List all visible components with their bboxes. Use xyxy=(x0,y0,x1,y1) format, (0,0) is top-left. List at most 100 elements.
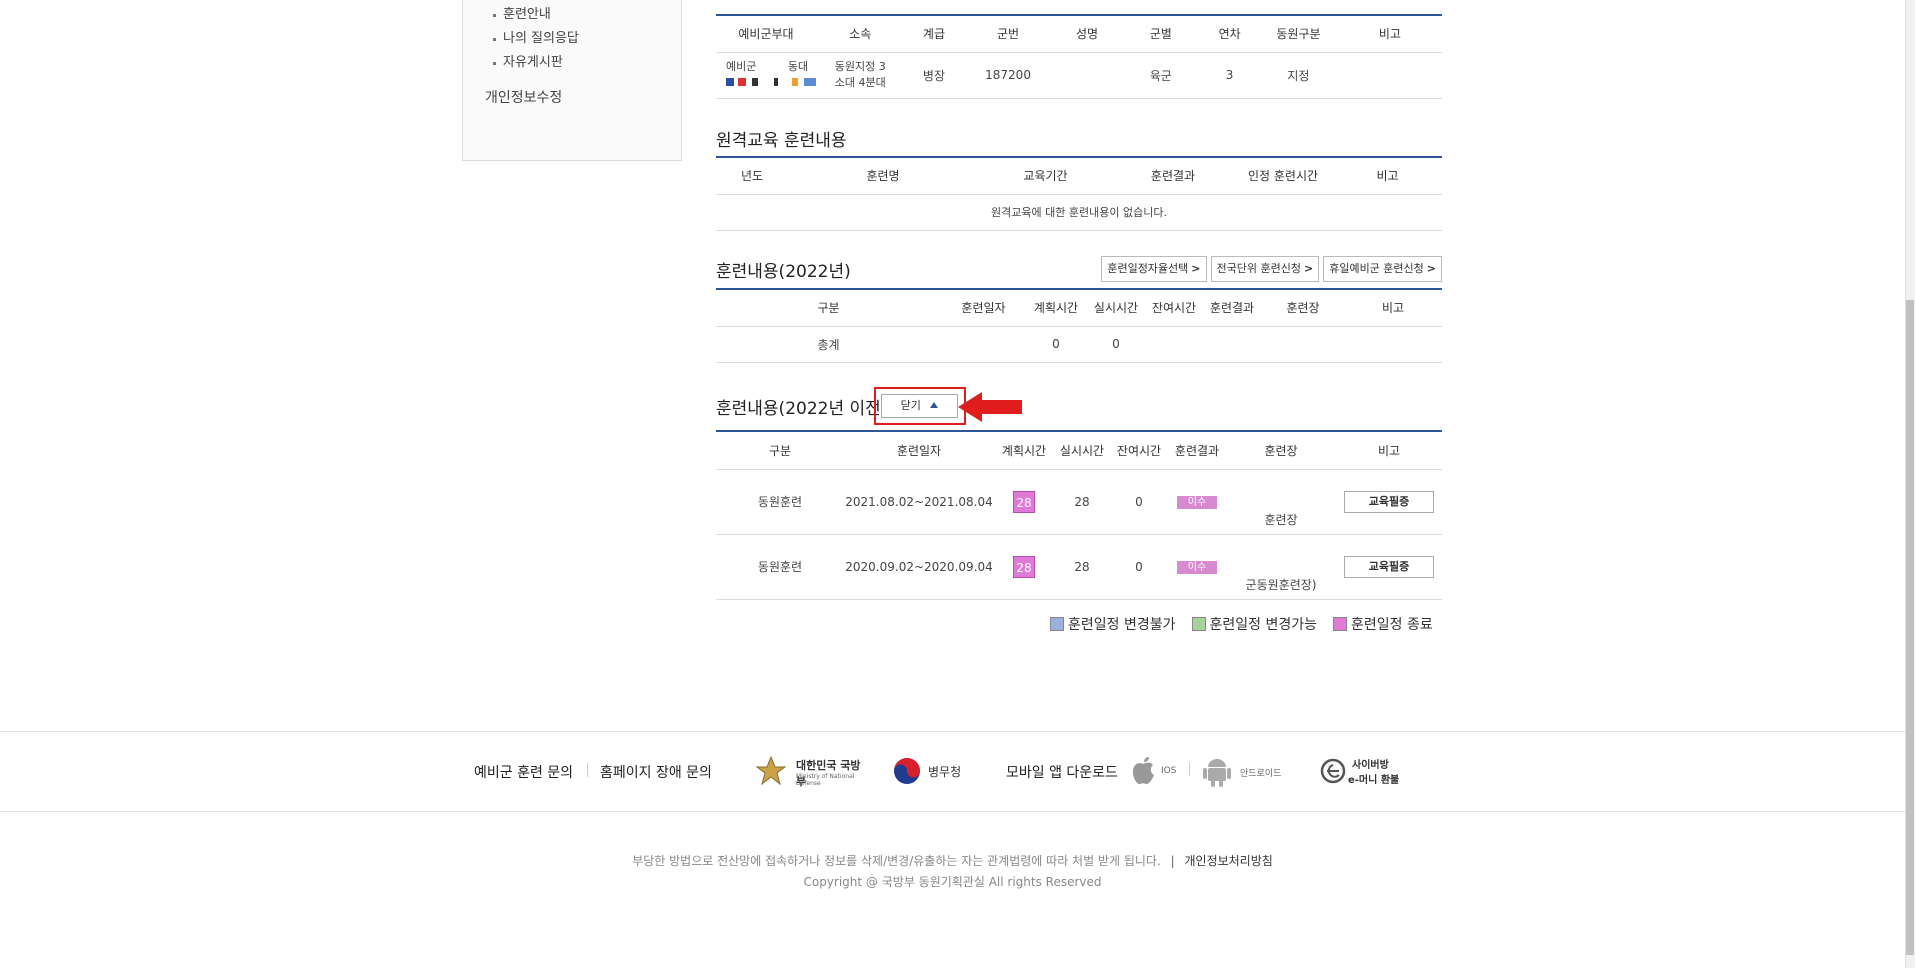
divider xyxy=(587,763,588,777)
footer-legal: 부당한 방법으로 전산망에 접속하거나 정보를 삭제/변경/유출하는 자는 관계… xyxy=(0,852,1905,890)
type-cell: 동원훈련 xyxy=(716,534,844,600)
sidebar-item-training-guide[interactable]: 훈련안내 xyxy=(491,6,681,30)
training-prev-table: 구분 훈련일자 계획시간 실시시간 잔여시간 훈련결과 훈련장 비고 동원훈련 … xyxy=(716,430,1442,600)
col-header: 계급 xyxy=(904,15,964,53)
footer-link-reserve-inquiry[interactable]: 예비군 훈련 문의 xyxy=(474,762,573,782)
footer-link-site-issue[interactable]: 홈페이지 장애 문의 xyxy=(600,762,712,782)
vertical-scrollbar[interactable] xyxy=(1905,0,1915,968)
mob-type-cell: 지정 xyxy=(1259,52,1338,99)
col-header: 예비군부대 xyxy=(716,15,816,53)
col-header: 년도 xyxy=(716,157,788,195)
col-header: 훈련결과 xyxy=(1202,289,1262,327)
col-header: 소속 xyxy=(816,15,905,53)
redacted-mark xyxy=(726,78,816,86)
col-header: 훈련결과 xyxy=(1113,157,1233,195)
col-header: 구분 xyxy=(716,431,844,470)
action-cell: 교육필증 xyxy=(1336,534,1442,600)
col-header: 잔여시간 xyxy=(1146,289,1202,327)
action-cell: 교육필증 xyxy=(1336,469,1442,535)
chevron-right-icon: > xyxy=(1191,262,1201,275)
col-header: 계획시간 xyxy=(994,431,1054,470)
scrollbar-thumb[interactable] xyxy=(1906,300,1914,955)
mnd-logo[interactable]: 대한민국 국방부 Ministry of National Defense xyxy=(754,754,869,788)
cyber-refund-link[interactable]: 사이버방 e-머니 환불 xyxy=(1320,754,1410,788)
self-schedule-button[interactable]: 훈련일정자율선택 > xyxy=(1101,256,1207,282)
col-header: 훈련일자 xyxy=(844,431,994,470)
col-header: 훈련명 xyxy=(788,157,978,195)
total-planned: 0 xyxy=(1026,326,1086,363)
chevron-right-icon: > xyxy=(1426,262,1436,275)
e-money-icon xyxy=(1320,758,1346,784)
triangle-up-icon xyxy=(930,402,939,408)
place-cell: 군동원훈련장) xyxy=(1226,534,1336,600)
col-header: 훈련장 xyxy=(1262,289,1344,327)
col-header: 계획시간 xyxy=(1026,289,1086,327)
actual-cell: 28 xyxy=(1054,469,1110,535)
col-header: 성명 xyxy=(1052,15,1122,53)
dates-cell: 2021.08.02~2021.08.04 xyxy=(844,469,994,535)
col-header: 구분 xyxy=(716,289,941,327)
remote-table: 년도 훈련명 교육기간 훈련결과 인정 훈련시간 비고 원격교육에 대한 훈련내… xyxy=(716,156,1442,231)
table-row: 원격교육에 대한 훈련내용이 없습니다. xyxy=(716,194,1442,231)
training-2022-table: 구분 훈련일자 계획시간 실시시간 잔여시간 훈련결과 훈련장 비고 총계 0 … xyxy=(716,288,1442,363)
remain-cell: 0 xyxy=(1110,469,1168,535)
col-header: 비고 xyxy=(1336,431,1442,470)
col-header: 군별 xyxy=(1121,15,1201,53)
chevron-right-icon: > xyxy=(1303,262,1314,275)
holiday-apply-button[interactable]: 휴일예비군 훈련신청 > xyxy=(1323,256,1442,282)
total-actual: 0 xyxy=(1086,326,1146,363)
close-toggle-button[interactable]: 닫기 xyxy=(881,394,958,418)
certificate-button[interactable]: 교육필증 xyxy=(1344,555,1434,578)
rank-cell: 병장 xyxy=(904,52,964,99)
sidebar-item-my-qna[interactable]: 나의 질의응답 xyxy=(491,30,681,54)
unit-info-table: 예비군부대 소속 계급 군번 성명 군별 연차 동원구분 비고 예비군 동대 동… xyxy=(716,14,1442,99)
remote-section-title: 원격교육 훈련내용 xyxy=(716,131,847,151)
col-header: 교육기간 xyxy=(978,157,1113,195)
mma-logo[interactable]: 병무청 xyxy=(893,756,973,788)
type-cell: 동원훈련 xyxy=(716,469,844,535)
training-2022-title: 훈련내용(2022년) xyxy=(716,262,851,282)
remain-cell: 0 xyxy=(1110,534,1168,600)
col-header: 연차 xyxy=(1200,15,1260,53)
table-row: 예비군 동대 동원지정 3 소대 4분대 병장 187200 육군 3 지정 xyxy=(716,52,1442,99)
affil-cell: 동원지정 3 소대 4분대 xyxy=(816,52,905,99)
note-cell xyxy=(1337,52,1442,99)
branch-cell: 육군 xyxy=(1121,52,1201,99)
swatch xyxy=(1050,617,1064,631)
planned-cell: 28 xyxy=(994,534,1054,600)
red-arrow-icon xyxy=(958,392,1022,422)
col-header: 훈련일자 xyxy=(941,289,1026,327)
legal-notice: 부당한 방법으로 전산망에 접속하거나 정보를 삭제/변경/유출하는 자는 관계… xyxy=(632,854,1161,868)
col-header: 훈련장 xyxy=(1226,431,1336,470)
col-header: 실시시간 xyxy=(1054,431,1110,470)
legend-item: 훈련일정 종료 xyxy=(1333,614,1433,634)
planned-badge: 28 xyxy=(1013,555,1035,578)
sidebar-item-privacy-edit[interactable]: 개인정보수정 xyxy=(485,87,562,107)
android-download[interactable]: 안드로이드 xyxy=(1203,755,1288,787)
result-cell: 이수 xyxy=(1168,469,1226,535)
name-cell xyxy=(1052,52,1122,99)
total-label: 총계 xyxy=(716,326,941,363)
col-header: 비고 xyxy=(1344,289,1442,327)
apple-icon xyxy=(1132,757,1154,785)
privacy-policy-link[interactable]: 개인정보처리방침 xyxy=(1184,854,1272,868)
place-cell: 훈련장 xyxy=(1226,469,1336,535)
sidebar-item-free-board[interactable]: 자유게시판 xyxy=(491,54,681,78)
training-prev-title: 훈련내용(2022년 이전) xyxy=(716,399,888,419)
copyright: Copyright @ 국방부 동원기획관실 All rights Reserv… xyxy=(803,875,1102,889)
mnd-emblem-icon xyxy=(755,755,787,786)
nationwide-apply-button[interactable]: 전국단위 훈련신청 > xyxy=(1210,256,1320,282)
table-row: 동원훈련 2020.09.02~2020.09.04 28 28 0 이수 군동… xyxy=(716,534,1442,600)
swatch xyxy=(1191,617,1206,631)
col-header: 실시시간 xyxy=(1086,289,1146,327)
ios-download[interactable]: IOS xyxy=(1130,756,1180,786)
empty-message: 원격교육에 대한 훈련내용이 없습니다. xyxy=(716,194,1442,231)
unit-cell: 예비군 동대 xyxy=(716,52,816,99)
left-sidebar: 훈련안내 나의 질의응답 자유게시판 개인정보수정 xyxy=(462,0,682,161)
legend-item: 훈련일정 변경불가 xyxy=(1050,614,1176,634)
certificate-button[interactable]: 교육필증 xyxy=(1344,490,1434,513)
col-header: 비고 xyxy=(1333,157,1442,195)
legal-line: 부당한 방법으로 전산망에 접속하거나 정보를 삭제/변경/유출하는 자는 관계… xyxy=(0,852,1905,869)
footer-links-bar: 예비군 훈련 문의 홈페이지 장애 문의 대한민국 국방부 Ministry o… xyxy=(0,731,1905,812)
divider: | xyxy=(1170,854,1175,868)
